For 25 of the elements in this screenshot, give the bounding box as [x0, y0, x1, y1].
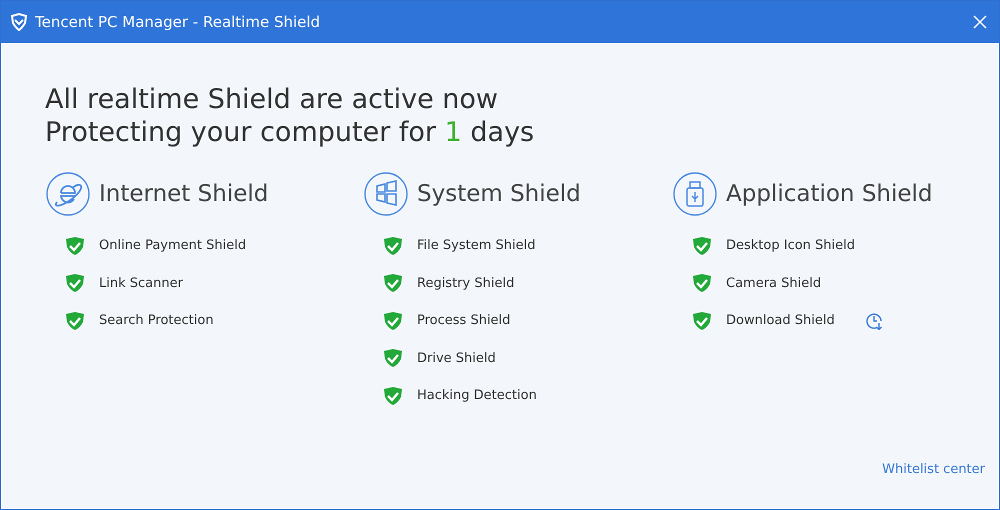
shield-label: Search Protection — [99, 312, 214, 330]
shield-label: Camera Shield — [726, 274, 822, 292]
shield-logo-icon — [9, 12, 29, 32]
shield-label: Desktop Icon Shield — [726, 237, 856, 255]
usb-drive-icon — [672, 171, 718, 217]
shield-label: Registry Shield — [417, 274, 514, 292]
globe-icon — [45, 171, 91, 217]
group-title: Application Shield — [726, 180, 933, 209]
shield-label: Hacking Detection — [417, 387, 537, 405]
shield-label: Drive Shield — [417, 350, 496, 368]
shield-label: Online Payment Shield — [99, 237, 246, 255]
headline: Protecting your computer for — [45, 117, 436, 148]
shield-label: Download Shield — [726, 312, 835, 330]
shield-label: Link Scanner — [99, 274, 183, 292]
day-count: 1 — [444, 117, 462, 148]
windows-icon — [363, 171, 409, 217]
shield-label: File System Shield — [417, 237, 536, 255]
window-title: Tencent PC Manager - Realtime Shield — [35, 12, 320, 33]
group-title: Internet Shield — [99, 180, 268, 209]
group-title: System Shield — [417, 180, 581, 209]
headline: All realtime Shield are active now — [45, 83, 500, 116]
headline: days — [470, 117, 534, 148]
whitelist-link[interactable]: Whitelist center — [882, 460, 985, 479]
shield-label: Process Shield — [417, 312, 510, 330]
clock-download-icon[interactable] — [864, 312, 883, 330]
